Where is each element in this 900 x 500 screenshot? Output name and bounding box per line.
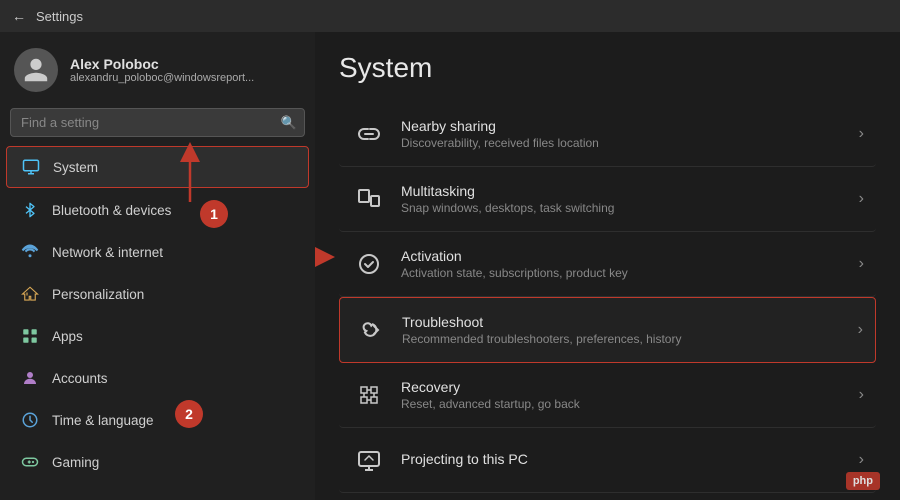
projecting-icon [351,442,387,478]
sidebar-item-personalization[interactable]: Personalization [6,274,309,314]
search-input[interactable] [10,108,305,137]
annotation-arrow-2 [315,222,335,292]
avatar [14,48,58,92]
apps-icon [20,326,40,346]
settings-list: Nearby sharing Discoverability, received… [339,102,876,493]
multitasking-text: Multitasking Snap windows, desktops, tas… [401,183,859,215]
sidebar-label-time: Time & language [52,413,154,428]
projecting-name: Projecting to this PC [401,451,859,467]
sidebar-label-apps: Apps [52,329,83,344]
activation-text: Activation Activation state, subscriptio… [401,248,859,280]
title-bar-label: Settings [36,9,83,24]
gaming-icon [20,452,40,472]
setting-projecting[interactable]: Projecting to this PC › [339,428,876,493]
recovery-text: Recovery Reset, advanced startup, go bac… [401,379,859,411]
sidebar-label-bluetooth: Bluetooth & devices [52,203,171,218]
nearby-sharing-chevron: › [859,125,864,143]
time-icon [20,410,40,430]
troubleshoot-desc: Recommended troubleshooters, preferences… [402,332,858,346]
sidebar-item-gaming[interactable]: Gaming [6,442,309,482]
sidebar-item-apps[interactable]: Apps [6,316,309,356]
recovery-desc: Reset, advanced startup, go back [401,397,859,411]
sidebar-label-personalization: Personalization [52,287,144,302]
recovery-chevron: › [859,386,864,404]
bluetooth-icon [20,200,40,220]
user-info: Alex Poloboc alexandru_poloboc@windowsre… [70,56,254,84]
title-bar: ← Settings [0,0,900,32]
sidebar-item-system[interactable]: System [6,146,309,188]
recovery-name: Recovery [401,379,859,395]
sidebar-item-bluetooth[interactable]: Bluetooth & devices [6,190,309,230]
user-profile[interactable]: Alex Poloboc alexandru_poloboc@windowsre… [0,32,315,104]
activation-desc: Activation state, subscriptions, product… [401,266,859,280]
search-bar: 🔍 [10,108,305,137]
sidebar-item-network[interactable]: Network & internet [6,232,309,272]
multitasking-name: Multitasking [401,183,859,199]
page-title: System [339,52,876,84]
multitasking-chevron: › [859,190,864,208]
sidebar-label-system: System [53,160,98,175]
projecting-chevron: › [859,451,864,469]
troubleshoot-icon [352,312,388,348]
system-icon [21,157,41,177]
multitasking-desc: Snap windows, desktops, task switching [401,201,859,215]
nearby-sharing-name: Nearby sharing [401,118,859,134]
recovery-icon [351,377,387,413]
sidebar-item-accounts[interactable]: Accounts [6,358,309,398]
activation-chevron: › [859,255,864,273]
back-button[interactable]: ← [12,8,26,24]
projecting-text: Projecting to this PC [401,451,859,469]
php-badge: php [846,472,880,490]
setting-nearby-sharing[interactable]: Nearby sharing Discoverability, received… [339,102,876,167]
activation-icon [351,246,387,282]
setting-activation[interactable]: Activation Activation state, subscriptio… [339,232,876,297]
setting-multitasking[interactable]: Multitasking Snap windows, desktops, tas… [339,167,876,232]
network-icon [20,242,40,262]
accounts-icon [20,368,40,388]
troubleshoot-chevron: › [858,321,863,339]
activation-name: Activation [401,248,859,264]
main-layout: Alex Poloboc alexandru_poloboc@windowsre… [0,32,900,500]
search-icon: 🔍 [281,115,297,131]
troubleshoot-text: Troubleshoot Recommended troubleshooters… [402,314,858,346]
user-email: alexandru_poloboc@windowsreport... [70,72,254,84]
setting-recovery[interactable]: Recovery Reset, advanced startup, go bac… [339,363,876,428]
nearby-sharing-desc: Discoverability, received files location [401,136,859,150]
sidebar-label-accounts: Accounts [52,371,108,386]
troubleshoot-name: Troubleshoot [402,314,858,330]
sidebar-item-time[interactable]: Time & language [6,400,309,440]
sidebar: Alex Poloboc alexandru_poloboc@windowsre… [0,32,315,500]
nearby-sharing-icon [351,116,387,152]
sidebar-label-gaming: Gaming [52,455,99,470]
user-icon [22,56,50,84]
sidebar-label-network: Network & internet [52,245,163,260]
user-name: Alex Poloboc [70,56,254,72]
nearby-sharing-text: Nearby sharing Discoverability, received… [401,118,859,150]
setting-troubleshoot[interactable]: Troubleshoot Recommended troubleshooters… [339,297,876,363]
content-area: System Nearby sharing Discoverability, r… [315,32,900,500]
personalization-icon [20,284,40,304]
multitasking-icon [351,181,387,217]
